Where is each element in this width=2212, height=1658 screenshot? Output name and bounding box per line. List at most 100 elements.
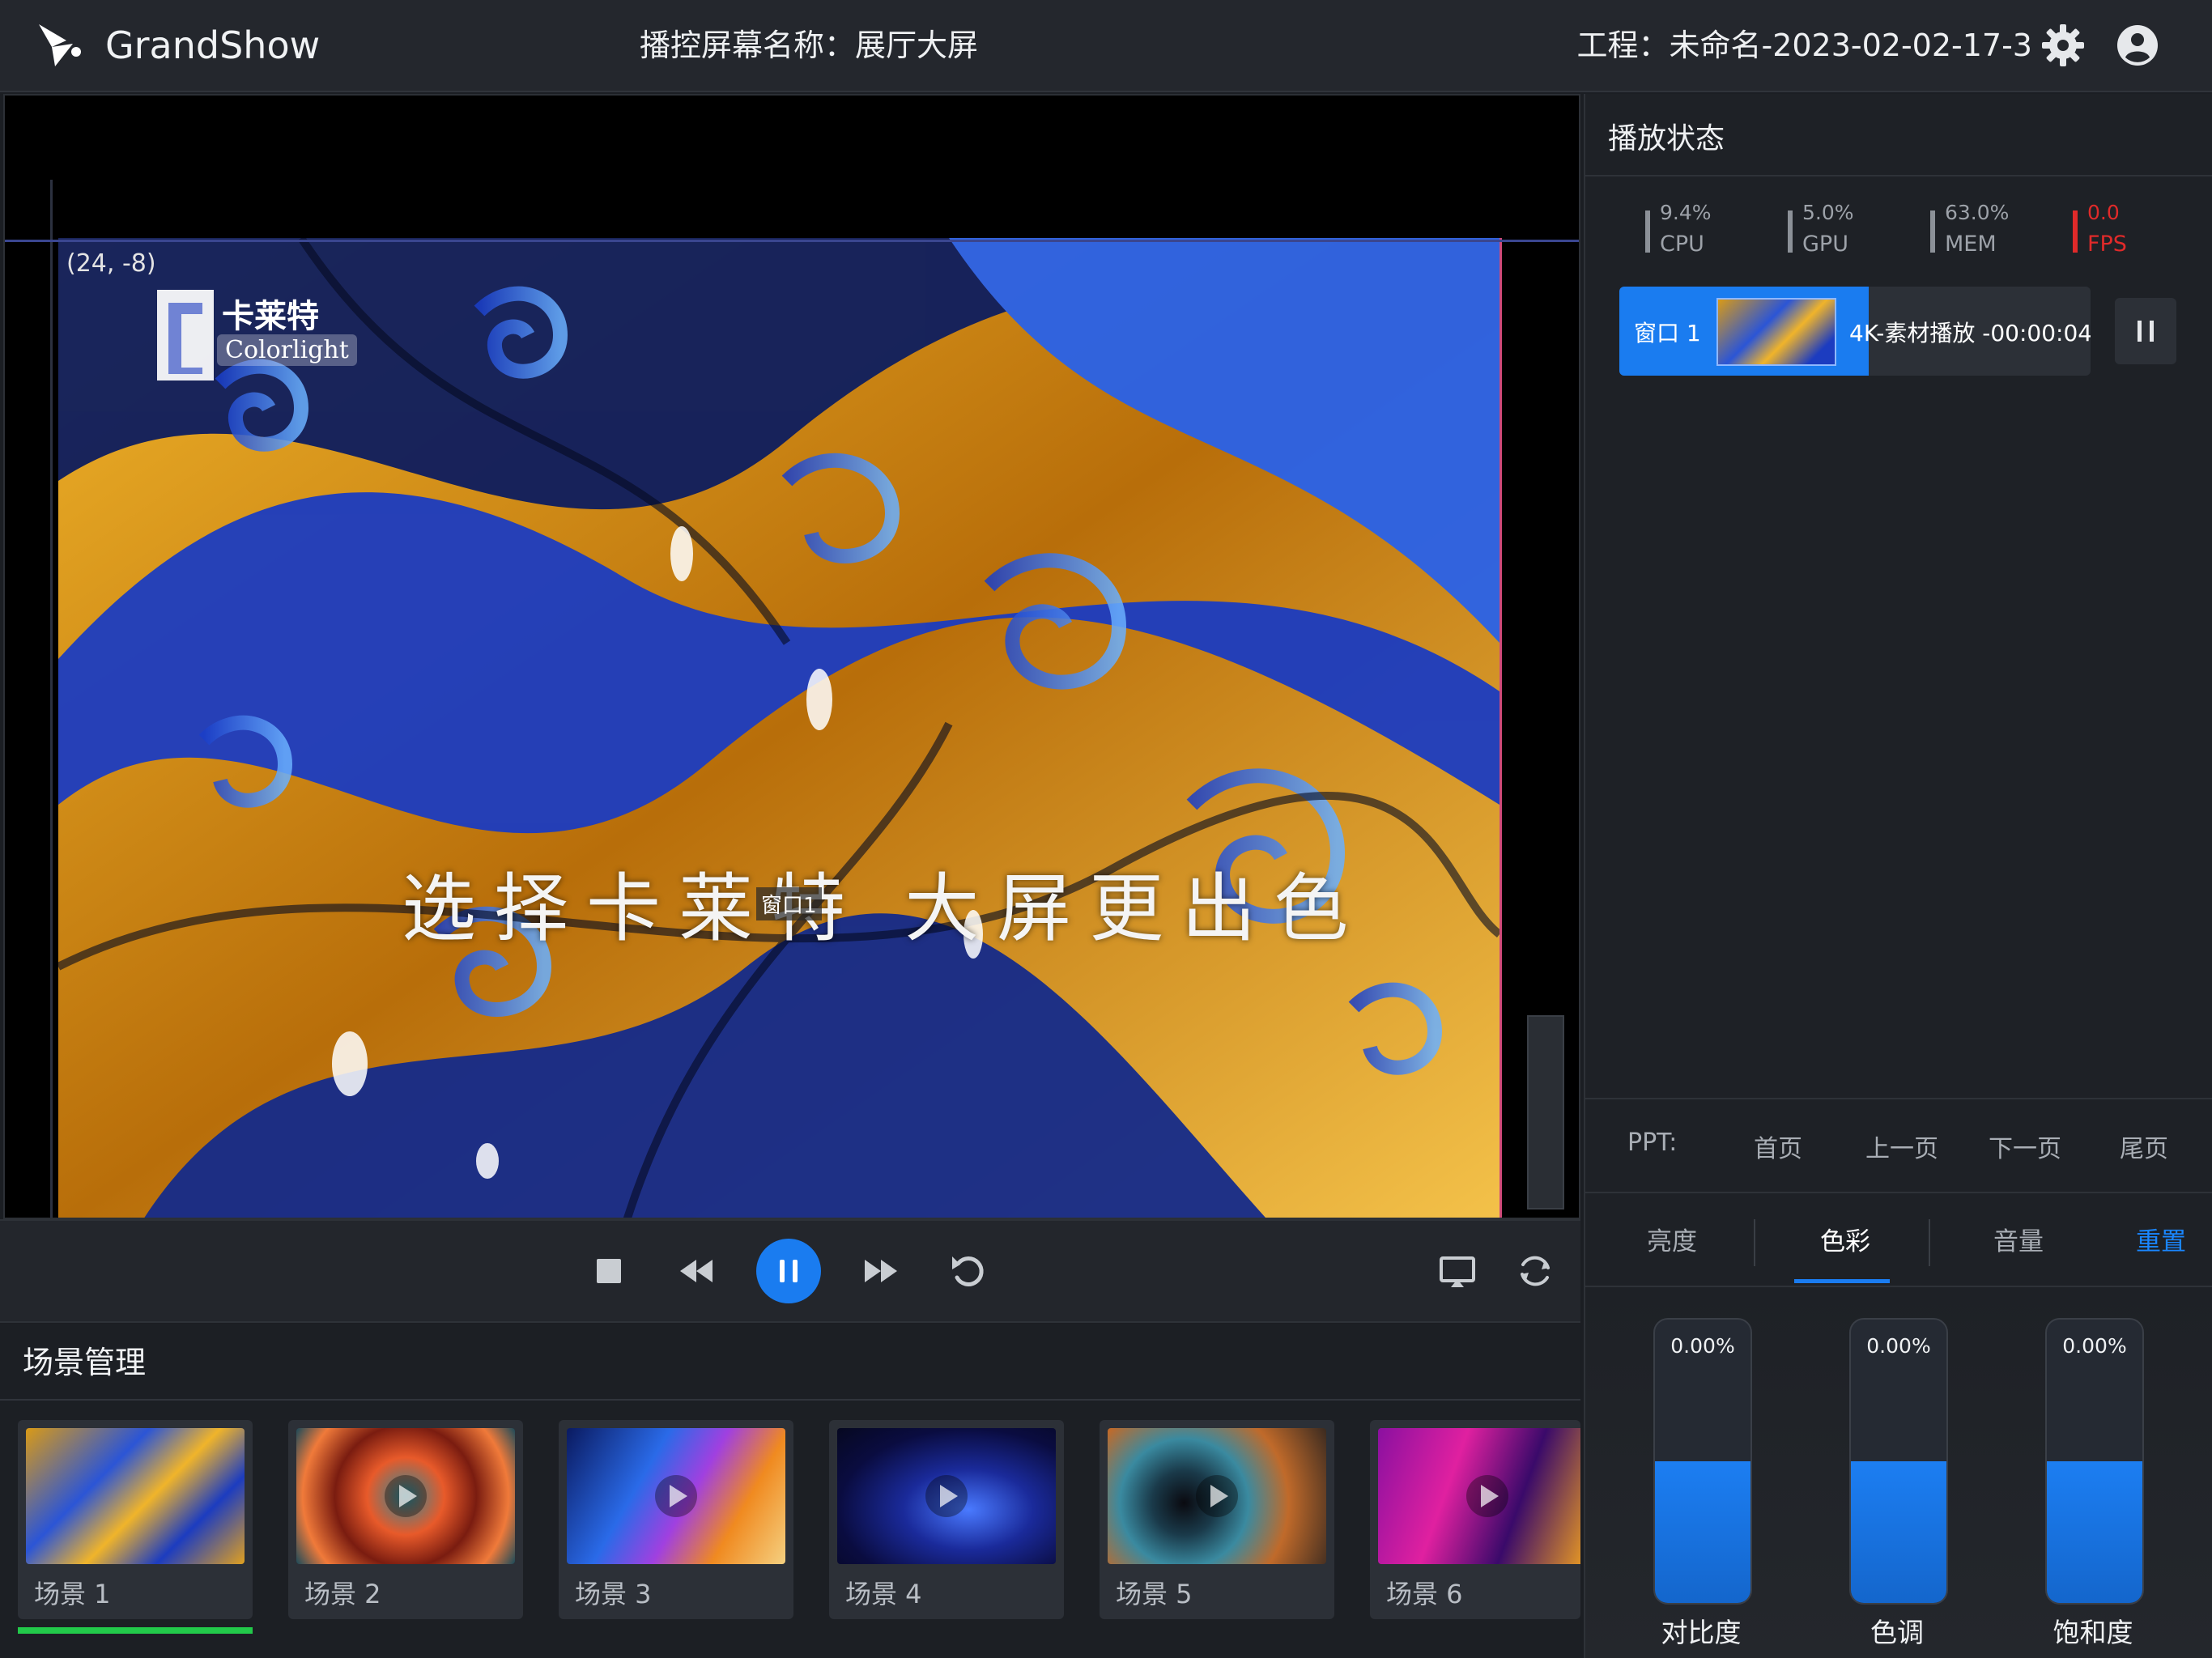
project-name-label: 工程：未命名-2023-02-02-17-3 [1576,28,2032,63]
reset-button[interactable]: 重置 [2136,1221,2186,1257]
app-name: GrandShow [105,23,321,67]
hue-label: 色调 [1870,1617,1924,1648]
refresh-icon[interactable] [1509,1245,1561,1297]
scene-card-1[interactable]: 场景 1 [18,1420,253,1619]
playback-status-title: 播放状态 [1608,122,1725,155]
scene-thumbnail [567,1428,785,1564]
play-overlay-icon [1196,1475,1238,1517]
playing-item-pause-button[interactable] [2115,298,2176,364]
saturation-label: 饱和度 [2052,1617,2133,1648]
right-panel: 播放状态 9.4% CPU 5.0% GPU 63.0% MEM 0.0 FPS… [1584,94,2212,1658]
fast-forward-icon[interactable] [855,1245,907,1297]
active-scene-indicator [18,1627,253,1634]
screen-name-label: 播控屏幕名称：展厅大屏 [640,28,979,63]
preview-resize-handle[interactable] [1527,1015,1564,1209]
metric-bar [1645,210,1650,253]
playing-thumbnail [1716,298,1836,366]
hue-slider[interactable]: 0.00% [1849,1318,1948,1605]
metric-value: 63.0% [1945,201,2010,224]
scene-name: 场景 2 [304,1579,381,1609]
play-overlay-icon [1466,1475,1508,1517]
slider-fill [1851,1461,1946,1603]
scene-thumbnail [1108,1428,1326,1564]
scene-name: 场景 4 [845,1579,922,1609]
horizontal-guide-line [5,240,1579,242]
playing-media-info: 4K-素材播放 -00:00:04 [1849,320,2091,346]
playback-controls [0,1219,1580,1323]
active-tab-underline [1794,1279,1890,1283]
metric-bar [1930,210,1935,253]
metric-label: CPU [1660,232,1704,257]
status-divider [1585,175,2212,176]
metric-label: MEM [1945,232,1997,257]
screen-preview[interactable]: (24, -8) 卡莱特 Colorlight 选择卡莱特 大屏更出色 窗口1 [3,94,1580,1219]
saturation-slider[interactable]: 0.00% [2045,1318,2144,1605]
scene-thumbnail [837,1428,1056,1564]
window-name-tag: 窗口1 [756,887,822,920]
user-account-icon[interactable] [2115,23,2160,68]
fps-metric: 0.0 FPS [2073,201,2202,266]
ppt-next-page-button[interactable]: 下一页 [1989,1129,2061,1164]
scene-card-5[interactable]: 场景 5 [1100,1420,1334,1619]
ppt-controls: PPT: 首页 上一页 下一页 尾页 [1585,1099,2212,1190]
metric-value: 9.4% [1660,201,1712,224]
metric-bar [2073,210,2078,253]
scene-card-6[interactable]: 场景 6 [1370,1420,1580,1619]
scene-thumbnail [1378,1428,1580,1564]
ppt-label: PPT: [1627,1129,1678,1157]
top-bar: GrandShow 播控屏幕名称：展厅大屏 工程：未命名-2023-02-02-… [0,0,2212,92]
pause-icon [2138,321,2154,342]
color-sliders: 0.00% 对比度 0.00% 色调 0.00% 饱和度 [1585,1287,2212,1658]
ppt-last-page-button[interactable]: 尾页 [2120,1129,2168,1164]
vertical-guide-line [50,180,53,1218]
adjust-divider [1585,1192,2212,1193]
stop-icon[interactable] [583,1245,635,1297]
scene-name: 场景 1 [34,1579,111,1609]
scene-card-3[interactable]: 场景 3 [559,1420,793,1619]
scene-thumbnail [296,1428,515,1564]
tab-separator [1754,1219,1755,1266]
play-overlay-icon [655,1475,697,1517]
scene-card-2[interactable]: 场景 2 [288,1420,523,1619]
scene-name: 场景 3 [575,1579,652,1609]
tab-color[interactable]: 色彩 [1820,1221,1870,1257]
play-overlay-icon [385,1475,427,1517]
scene-management-panel: 场景管理 场景 1 场景 2 场景 3 场景 4 场景 5 场景 6 [0,1324,1580,1658]
rewind-icon[interactable] [670,1245,722,1297]
grandshow-logo-icon [39,24,81,66]
metric-value: 5.0% [1802,201,1854,224]
pause-button[interactable] [756,1239,821,1303]
tab-volume[interactable]: 音量 [1993,1221,2044,1257]
contrast-slider[interactable]: 0.00% [1653,1318,1752,1605]
brand-name-cn: 卡莱特 [222,298,319,335]
adjustment-tabs: 亮度 色彩 音量 重置 [1585,1195,2212,1286]
window-coordinate-readout: (24, -8) [66,249,156,278]
ppt-prev-page-button[interactable]: 上一页 [1865,1129,1938,1164]
replay-icon[interactable] [942,1245,994,1297]
scene-panel-divider [0,1399,1580,1401]
slider-value: 0.00% [1866,1334,1931,1358]
media-slogan-text: 选择卡莱特 大屏更出色 [402,865,1367,952]
cpu-metric: 9.4% CPU [1645,201,1775,266]
screen-output-icon[interactable] [1431,1245,1483,1297]
scene-name: 场景 5 [1116,1579,1193,1609]
brand-name-en: Colorlight [217,334,357,366]
pause-icon [780,1260,798,1282]
slider-fill [2047,1461,2142,1603]
scene-panel-title: 场景管理 [23,1345,147,1380]
scene-card-4[interactable]: 场景 4 [829,1420,1064,1619]
gpu-metric: 5.0% GPU [1788,201,1917,266]
settings-gear-icon[interactable] [2040,23,2086,68]
playing-window-item[interactable]: 窗口 1 4K-素材播放 -00:00:04 [1619,287,2091,376]
metric-label: FPS [2087,232,2127,257]
tab-separator [1929,1219,1930,1266]
ppt-first-page-button[interactable]: 首页 [1754,1129,1802,1164]
slider-fill [1655,1461,1750,1603]
metric-bar [1788,210,1793,253]
metric-label: GPU [1802,232,1848,257]
scene-thumbnail [26,1428,245,1564]
metric-value: 0.0 [2087,201,2120,224]
slider-value: 0.00% [2062,1334,2127,1358]
playing-window-name: 窗口 1 [1634,320,1701,346]
tab-brightness[interactable]: 亮度 [1647,1221,1697,1257]
